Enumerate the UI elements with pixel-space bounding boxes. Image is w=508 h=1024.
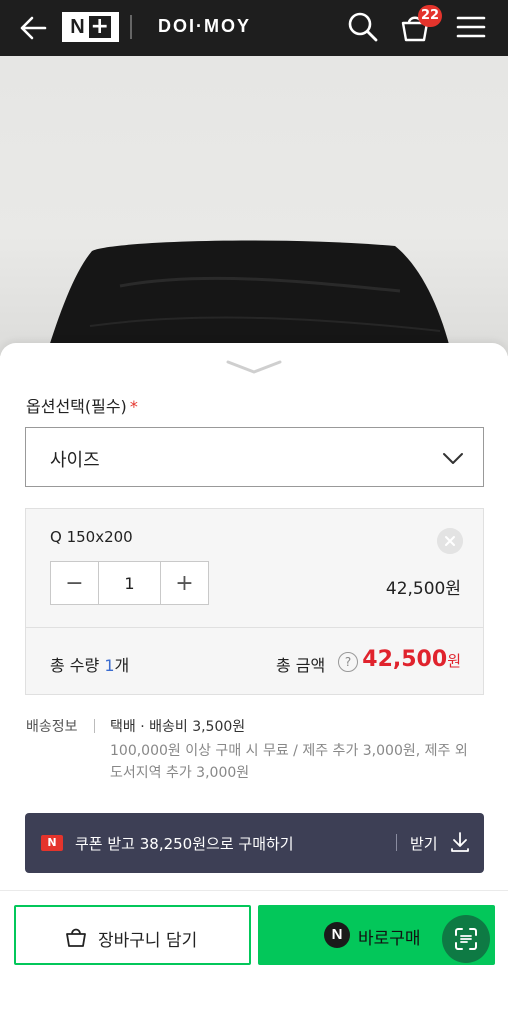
coupon-banner[interactable]: N 쿠폰 받고 38,250원으로 구매하기 받기 — [25, 813, 484, 873]
lens-scan-button[interactable] — [442, 915, 490, 963]
cart-count-badge: 22 — [418, 5, 443, 27]
total-qty-prefix: 총 수량 — [50, 656, 105, 675]
total-amount-label: 총 금액 — [276, 656, 326, 675]
total-amount: 42,500원 — [362, 647, 461, 672]
shipping-fee: 택배 · 배송비 3,500원 — [110, 719, 246, 735]
total-qty-number: 1 — [104, 656, 115, 675]
chevron-down-icon — [443, 453, 463, 464]
logo-n: N — [70, 15, 85, 38]
shipping-label: 배송정보 — [26, 719, 78, 735]
collapse-chevron-icon[interactable] — [226, 357, 282, 377]
buy-now-label: 바로구매 — [358, 929, 421, 949]
remove-option-icon[interactable] — [437, 528, 463, 554]
header-divider — [130, 15, 132, 39]
increase-quantity-button[interactable]: + — [161, 562, 208, 604]
action-divider — [0, 890, 508, 891]
total-quantity: 총 수량 1개 — [50, 652, 129, 676]
option-bottom-sheet: 옵션선택(필수) * 사이즈 Q 150x200 − 1 + 42,500원 총 … — [0, 343, 508, 1024]
required-mark: * — [129, 397, 138, 416]
total-amount-unit: 원 — [447, 652, 461, 670]
shipping-note: 100,000원 이상 구매 시 무료 / 제주 추가 3,000원, 제주 외… — [110, 743, 468, 781]
hamburger-menu-icon[interactable] — [456, 13, 486, 41]
decrease-quantity-button[interactable]: − — [51, 562, 98, 604]
summary-divider — [26, 627, 483, 628]
quantity-stepper: − 1 + — [50, 561, 209, 605]
add-to-cart-label: 장바구니 담기 — [98, 931, 198, 951]
back-arrow-icon[interactable] — [18, 14, 48, 42]
coupon-get-button[interactable]: 받기 — [410, 833, 438, 854]
total-qty-suffix: 개 — [114, 656, 130, 675]
logo-plus: + — [88, 14, 111, 39]
coupon-divider — [396, 834, 397, 851]
quantity-value[interactable]: 1 — [98, 562, 161, 604]
total-amount-value: 42,500 — [362, 647, 448, 672]
naver-plus-logo[interactable]: N + — [62, 12, 119, 42]
select-value: 사이즈 — [50, 450, 100, 471]
size-select[interactable]: 사이즈 — [25, 427, 484, 487]
help-icon[interactable]: ? — [338, 652, 358, 672]
scan-icon — [455, 928, 477, 950]
selected-option-name: Q 150x200 — [50, 528, 133, 546]
add-to-cart-button[interactable]: 장바구니 담기 — [14, 905, 251, 965]
selected-option-box: Q 150x200 − 1 + 42,500원 총 수량 1개 총 금액 ? 4… — [25, 508, 484, 695]
coupon-text: 쿠폰 받고 38,250원으로 구매하기 — [75, 835, 294, 853]
naver-badge-icon: N — [41, 835, 63, 851]
download-icon[interactable] — [449, 831, 471, 853]
search-icon[interactable] — [346, 10, 380, 44]
option-section-label: 옵션선택(필수) * — [26, 393, 138, 417]
option-label-text: 옵션선택(필수) — [26, 397, 127, 416]
shopping-bag-icon — [66, 928, 86, 947]
store-brand-name[interactable]: DOI·MOY — [158, 16, 251, 37]
product-image — [0, 56, 508, 356]
option-price: 42,500원 — [385, 579, 461, 599]
shipping-divider — [94, 719, 95, 733]
naver-pay-icon: N — [324, 922, 350, 948]
mattress-photo — [46, 240, 452, 356]
top-bar: N + DOI·MOY 22 — [0, 0, 508, 56]
